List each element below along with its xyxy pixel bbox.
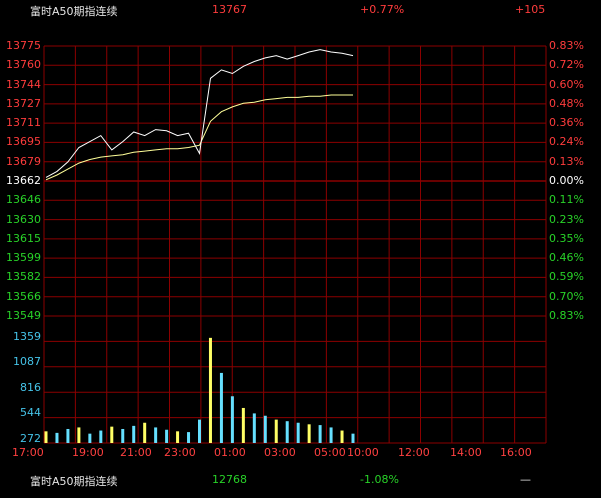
volume-bar — [132, 425, 136, 443]
price-tick-label: 13711 — [6, 116, 41, 130]
volume-bar — [154, 427, 158, 443]
percent-tick-label: 0.13% — [549, 154, 584, 168]
volume-bar — [121, 428, 125, 443]
percent-tick-label: 0.48% — [549, 96, 584, 110]
price-tick-label: 13744 — [6, 77, 41, 91]
volume-tick-label: 1359 — [13, 329, 41, 343]
percent-tick-label: 0.59% — [549, 270, 584, 284]
volume-bar — [263, 415, 267, 443]
volume-bar — [208, 337, 212, 443]
price-tick-label: 13630 — [6, 212, 41, 226]
volume-tick-label: 544 — [20, 406, 41, 420]
volume-bar — [241, 407, 245, 443]
volume-bar — [351, 433, 355, 443]
percent-tick-label: 0.35% — [549, 231, 584, 245]
volume-bar — [55, 432, 59, 443]
time-tick-label: 03:00 — [264, 446, 296, 459]
price-tick-label: 13695 — [6, 135, 41, 149]
price-tick-label: 13599 — [6, 251, 41, 265]
time-tick-label: 01:00 — [214, 446, 246, 459]
time-tick-label: 21:00 — [120, 446, 152, 459]
price-tick-label: 13679 — [6, 154, 41, 168]
percent-tick-label: 0.46% — [549, 251, 584, 265]
volume-bar — [110, 426, 114, 443]
percent-tick-label: 0.36% — [549, 116, 584, 130]
volume-tick-label: 816 — [20, 380, 41, 394]
volume-bar — [165, 429, 169, 443]
footer-instrument-name: 富时A50期指连续 — [30, 475, 118, 488]
quote-footer: 富时A50期指连续 12768 -1.08% — — [0, 470, 601, 488]
percent-tick-label: 0.60% — [549, 77, 584, 91]
price-line — [45, 49, 354, 178]
price-tick-label: 13582 — [6, 270, 41, 284]
percent-tick-label: 0.00% — [549, 174, 584, 187]
volume-bar — [88, 433, 92, 443]
volume-bar — [340, 430, 344, 443]
price-tick-label: 13549 — [6, 309, 41, 322]
percent-tick-label: 0.23% — [549, 212, 584, 226]
volume-bar — [285, 421, 289, 443]
volume-bar — [219, 372, 223, 443]
volume-bar — [307, 424, 311, 443]
average-price-line — [45, 94, 353, 181]
intraday-chart[interactable] — [0, 0, 601, 498]
volume-bar — [274, 419, 278, 443]
volume-bar — [66, 428, 70, 443]
volume-bar — [329, 427, 333, 443]
volume-bar — [176, 431, 180, 443]
percent-tick-label: 0.11% — [549, 193, 584, 207]
volume-tick-label: 272 — [20, 431, 41, 445]
price-tick-label: 13646 — [6, 193, 41, 207]
time-tick-label: 10:00 — [347, 446, 379, 459]
price-tick-label: 13775 — [6, 39, 41, 52]
volume-bar — [99, 430, 103, 443]
percent-tick-label: 0.83% — [549, 39, 584, 52]
time-tick-label: 19:00 — [72, 446, 104, 459]
time-tick-label: 23:00 — [164, 446, 196, 459]
time-tick-label: 16:00 — [500, 446, 532, 459]
percent-tick-label: 0.72% — [549, 58, 584, 72]
time-tick-label: 12:00 — [398, 446, 430, 459]
footer-change-percent: -1.08% — [360, 473, 399, 486]
time-tick-label: 05:00 — [314, 446, 346, 459]
price-tick-label: 13662 — [6, 174, 41, 187]
volume-bar — [296, 422, 300, 443]
volume-tick-label: 1087 — [13, 355, 41, 369]
volume-bar — [230, 396, 234, 443]
time-tick-label: 14:00 — [450, 446, 482, 459]
price-tick-label: 13615 — [6, 231, 41, 245]
volume-bar — [318, 425, 322, 443]
volume-bar — [252, 413, 256, 443]
volume-bar — [44, 431, 48, 443]
footer-price: 12768 — [212, 473, 247, 486]
time-tick-label: 17:00 — [12, 446, 44, 459]
volume-bar — [198, 419, 201, 443]
footer-extra: — — [520, 473, 531, 486]
price-tick-label: 13727 — [6, 96, 41, 110]
percent-tick-label: 0.70% — [549, 289, 584, 303]
price-tick-label: 13760 — [6, 58, 41, 72]
volume-bar — [143, 422, 147, 443]
volume-bar — [187, 432, 191, 443]
percent-tick-label: 0.83% — [549, 309, 584, 322]
price-tick-label: 13566 — [6, 289, 41, 303]
percent-tick-label: 0.24% — [549, 135, 584, 149]
volume-bar — [77, 427, 81, 443]
